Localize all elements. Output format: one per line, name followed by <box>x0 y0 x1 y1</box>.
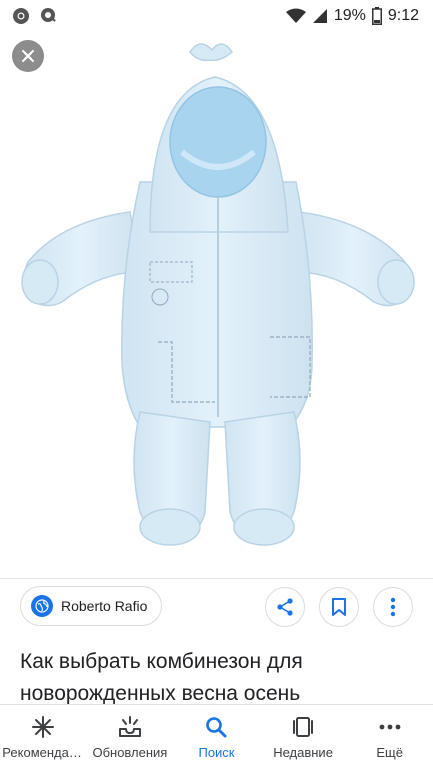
clock: 9:12 <box>387 7 419 24</box>
result-title[interactable]: Как выбрать комбинезон для новорожденных… <box>20 646 420 710</box>
share-icon <box>277 598 293 616</box>
globe-icon <box>31 595 53 617</box>
status-bar: 19% 9:12 <box>0 0 433 32</box>
nav-label: Рекомендации <box>2 745 85 760</box>
notification-icon <box>40 7 58 25</box>
chrome-icon <box>12 7 30 25</box>
more-vert-icon <box>390 597 396 617</box>
more-options-button[interactable] <box>373 587 413 627</box>
nav-label: Ещё <box>376 745 403 760</box>
nav-item-more[interactable]: Ещё <box>346 705 433 770</box>
updates-icon <box>117 715 143 739</box>
signal-icon <box>312 8 328 24</box>
bookmark-icon <box>332 598 346 616</box>
close-button[interactable] <box>12 40 44 72</box>
wifi-icon <box>285 8 306 24</box>
nav-item-updates[interactable]: Обновления <box>87 705 174 770</box>
more-horiz-icon <box>378 715 402 739</box>
recent-tabs-icon <box>291 715 315 739</box>
nav-item-recommendations[interactable]: Рекомендации <box>0 705 87 770</box>
battery-icon <box>371 7 382 25</box>
search-icon <box>204 715 228 739</box>
nav-item-recent[interactable]: Недавние <box>260 705 347 770</box>
share-button[interactable] <box>265 587 305 627</box>
divider <box>0 578 433 579</box>
bookmark-button[interactable] <box>319 587 359 627</box>
source-chip[interactable]: Roberto Rafio <box>20 586 163 626</box>
sparkle-icon <box>31 715 55 739</box>
source-name: Roberto Rafio <box>61 598 148 614</box>
baby-snowsuit-image <box>21 43 415 546</box>
nav-item-search[interactable]: Поиск <box>173 705 260 770</box>
bottom-navigation: Рекомендации Обновления Поиск Недавние Е… <box>0 704 433 770</box>
close-icon <box>21 49 35 63</box>
battery-percent: 19% <box>333 7 366 24</box>
nav-label: Поиск <box>198 745 235 760</box>
nav-label: Недавние <box>273 745 333 760</box>
nav-label: Обновления <box>92 745 168 760</box>
